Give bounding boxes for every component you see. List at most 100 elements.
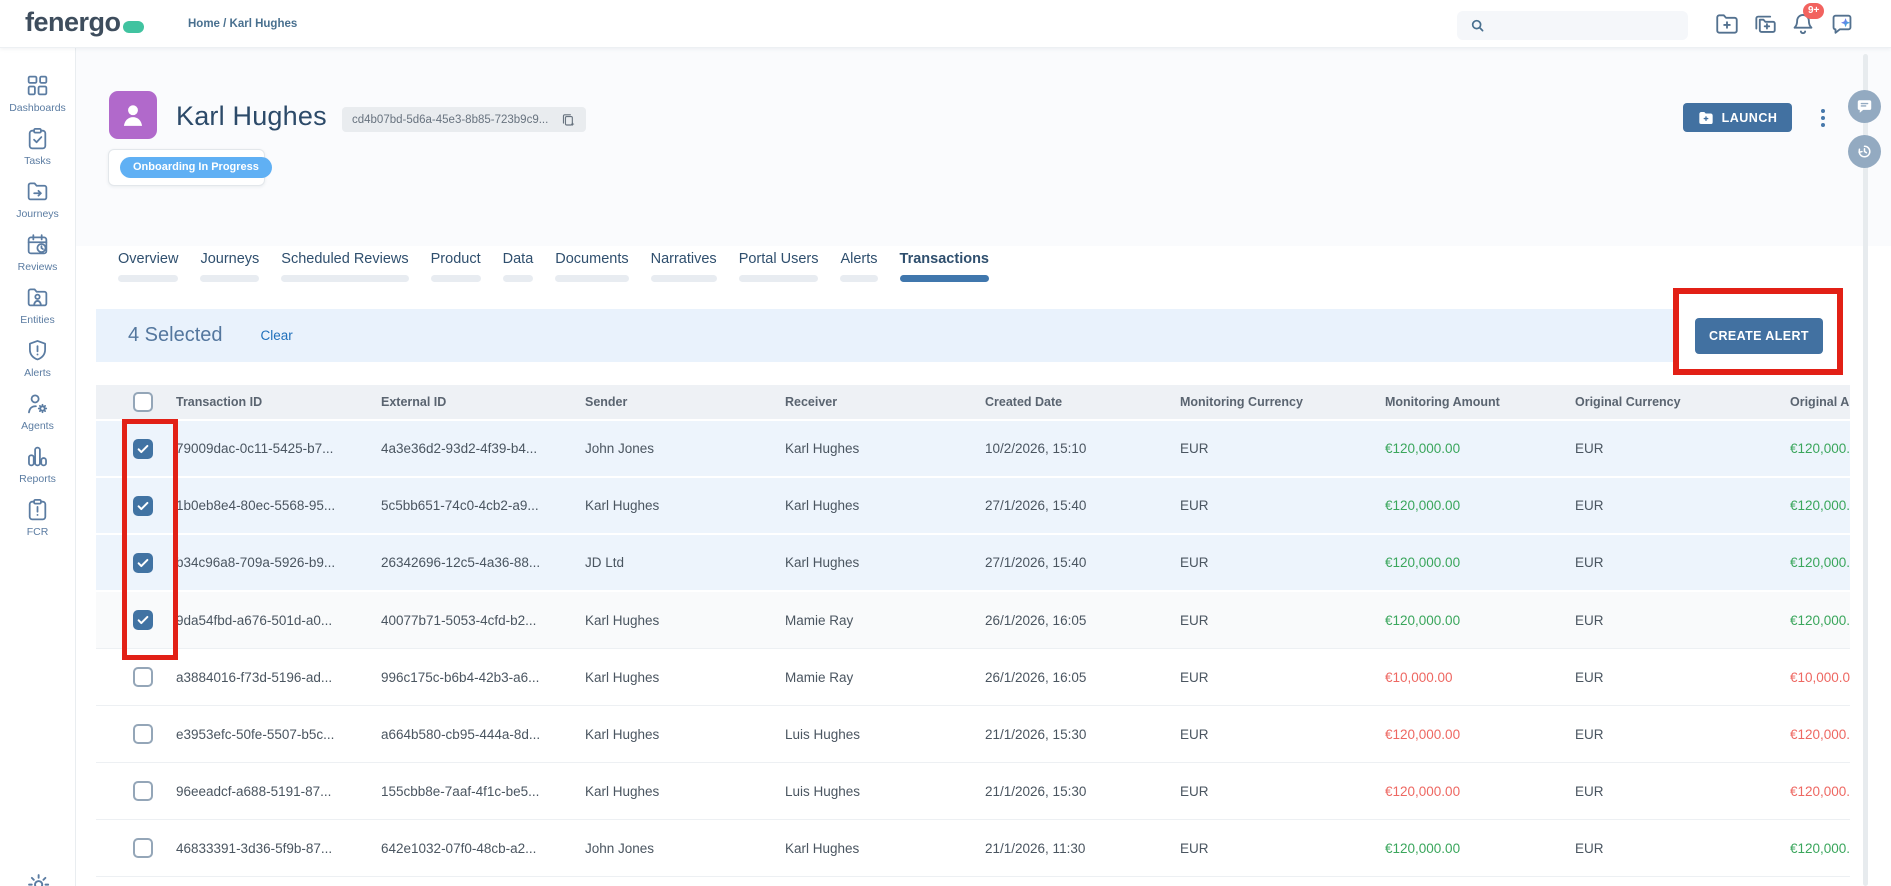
tab-overview[interactable]: Overview [118, 251, 178, 282]
bulk-import-folders-button[interactable] [1752, 11, 1778, 37]
row-checkbox[interactable] [133, 838, 153, 858]
scrollbar[interactable] [1863, 54, 1868, 886]
cell-monitoring-amount: €120,000.00 [1385, 441, 1575, 456]
cell-original-currency: EUR [1575, 727, 1790, 742]
table-row[interactable]: 9da54fbd-a676-501d-a0...40077b71-5053-4c… [96, 592, 1850, 649]
comments-fab[interactable] [1848, 90, 1881, 123]
sidebar-item-reports[interactable]: Reports [19, 444, 56, 486]
cell-sender: Karl Hughes [585, 727, 785, 742]
cell-original-currency: EUR [1575, 841, 1790, 856]
cell-created-date: 21/1/2026, 15:30 [985, 727, 1180, 742]
profile-header-band [76, 48, 1891, 246]
sidebar-item-dashboards[interactable]: Dashboards [9, 73, 66, 115]
select-all-checkbox[interactable] [133, 392, 153, 412]
sidebar-item-label: FCR [27, 526, 49, 538]
table-row[interactable]: a3884016-f73d-5196-ad...996c175c-b6b4-42… [96, 649, 1850, 706]
table-row[interactable]: 96eeadcf-a688-5191-87...155cbb8e-7aaf-4f… [96, 763, 1850, 820]
cell-monitoring-amount: €120,000.00 [1385, 555, 1575, 570]
sidebar-item-label: Agents [21, 420, 54, 432]
tab-narratives[interactable]: Narratives [651, 251, 717, 282]
reviews-icon [25, 232, 50, 257]
cell-monitoring-currency: EUR [1180, 441, 1385, 456]
cell-original-amount: €120,000.00 [1790, 784, 1850, 799]
row-checkbox[interactable] [133, 724, 153, 744]
cell-receiver: Luis Hughes [785, 727, 985, 742]
top-bar: fenergo Home / Karl Hughes 9+ [0, 0, 1891, 48]
row-checkbox[interactable] [133, 496, 153, 516]
column-header-receiver[interactable]: Receiver [785, 395, 985, 409]
cell-monitoring-amount: €120,000.00 [1385, 784, 1575, 799]
more-actions-button[interactable] [1814, 104, 1832, 132]
breadcrumb[interactable]: Home / Karl Hughes [188, 0, 297, 48]
column-header-original-amount[interactable]: Original Amount [1790, 395, 1850, 409]
cell-external-id: 5c5bb651-74c0-4cb2-a9... [381, 498, 585, 513]
row-checkbox[interactable] [133, 610, 153, 630]
column-header-created-date[interactable]: Created Date [985, 395, 1180, 409]
row-checkbox[interactable] [133, 553, 153, 573]
cell-monitoring-amount: €120,000.00 [1385, 841, 1575, 856]
tab-data[interactable]: Data [503, 251, 534, 282]
sidebar-item-agents[interactable]: Agents [21, 391, 54, 433]
tab-portal-users[interactable]: Portal Users [739, 251, 819, 282]
notifications-button[interactable]: 9+ [1790, 11, 1816, 37]
tab-alerts[interactable]: Alerts [840, 251, 877, 282]
table-row[interactable]: b34c96a8-709a-5926-b9...26342696-12c5-4a… [96, 535, 1850, 592]
sidebar-item-journeys[interactable]: Journeys [16, 179, 59, 221]
sidebar-item-tasks[interactable]: Tasks [24, 126, 51, 168]
sidebar-item-reviews[interactable]: Reviews [18, 232, 58, 274]
tab-documents[interactable]: Documents [555, 251, 628, 282]
settings-gear-icon[interactable] [24, 870, 51, 886]
sidebar-item-entities[interactable]: Entities [20, 285, 54, 327]
cell-receiver: Karl Hughes [785, 841, 985, 856]
row-checkbox[interactable] [133, 439, 153, 459]
entity-id-value: cd4b07bd-5d6a-45e3-8b85-723b9c9... [352, 114, 548, 126]
fenergo-logo[interactable]: fenergo [25, 7, 144, 38]
cell-transaction-id: 79009dac-0c11-5425-b7... [176, 441, 381, 456]
logo-text: fenergo [25, 7, 121, 38]
clear-selection-button[interactable]: Clear [261, 328, 293, 343]
cell-monitoring-currency: EUR [1180, 727, 1385, 742]
column-header-external-id[interactable]: External ID [381, 395, 585, 409]
cell-external-id: a664b580-cb95-444a-8d... [381, 727, 585, 742]
tab-transactions[interactable]: Transactions [900, 251, 989, 282]
tab-scheduled-reviews[interactable]: Scheduled Reviews [281, 251, 408, 282]
cell-sender: Karl Hughes [585, 613, 785, 628]
cell-sender: Karl Hughes [585, 784, 785, 799]
ai-chat-button[interactable] [1829, 11, 1855, 37]
cell-transaction-id: a3884016-f73d-5196-ad... [176, 670, 381, 685]
column-header-monitoring-currency[interactable]: Monitoring Currency [1180, 395, 1385, 409]
search-input[interactable] [1494, 18, 1676, 33]
tab-underline [503, 275, 534, 282]
new-case-folder-button[interactable] [1714, 11, 1740, 37]
sidebar-item-alerts[interactable]: Alerts [24, 338, 51, 380]
selected-count: 4 Selected [128, 324, 223, 347]
row-checkbox[interactable] [133, 667, 153, 687]
cell-created-date: 21/1/2026, 15:30 [985, 784, 1180, 799]
column-header-monitoring-amount[interactable]: Monitoring Amount [1385, 395, 1575, 409]
table-row[interactable]: 46833391-3d36-5f9b-87...642e1032-07f0-48… [96, 820, 1850, 877]
column-header-original-currency[interactable]: Original Currency [1575, 395, 1790, 409]
create-alert-button[interactable]: CREATE ALERT [1695, 318, 1823, 354]
entity-id-chip: cd4b07bd-5d6a-45e3-8b85-723b9c9... [342, 107, 586, 132]
table-row[interactable]: 1b0eb8e4-80ec-5568-95...5c5bb651-74c0-4c… [96, 478, 1850, 535]
sidebar-item-fcr[interactable]: FCR [25, 497, 50, 539]
column-header-transaction-id[interactable]: Transaction ID [176, 395, 381, 409]
avatar [109, 91, 157, 139]
tab-product[interactable]: Product [431, 251, 481, 282]
global-search[interactable] [1457, 11, 1688, 40]
cell-transaction-id: b34c96a8-709a-5926-b9... [176, 555, 381, 570]
table-row[interactable]: e3953efc-50fe-5507-b5c...a664b580-cb95-4… [96, 706, 1850, 763]
copy-icon[interactable] [560, 112, 576, 128]
launch-button[interactable]: LAUNCH [1683, 103, 1792, 132]
dashboards-icon [25, 73, 50, 98]
cell-receiver: Luis Hughes [785, 784, 985, 799]
column-header-sender[interactable]: Sender [585, 395, 785, 409]
table-row[interactable]: 79009dac-0c11-5425-b7...4a3e36d2-93d2-4f… [96, 421, 1850, 478]
history-fab[interactable] [1848, 135, 1881, 168]
row-checkbox[interactable] [133, 781, 153, 801]
cell-external-id: 26342696-12c5-4a36-88... [381, 555, 585, 570]
page-title: Karl Hughes [176, 101, 327, 132]
cell-created-date: 27/1/2026, 15:40 [985, 498, 1180, 513]
cell-monitoring-currency: EUR [1180, 841, 1385, 856]
tab-journeys[interactable]: Journeys [200, 251, 259, 282]
